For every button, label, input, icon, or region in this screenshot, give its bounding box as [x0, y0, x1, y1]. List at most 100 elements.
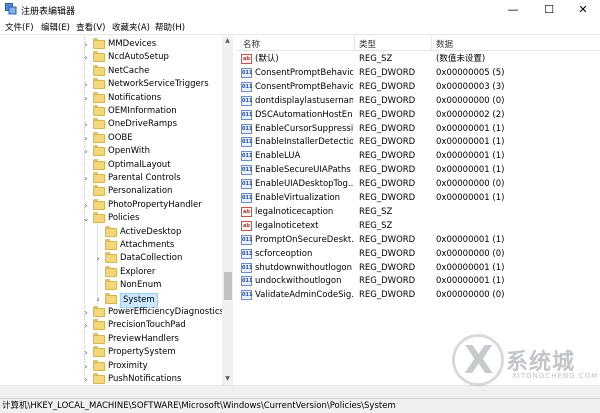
tree-item[interactable]: Explorer [0, 265, 222, 279]
chevron-right-icon[interactable]: › [82, 145, 90, 158]
column-divider[interactable] [431, 36, 432, 51]
registry-value-row[interactable]: 011 shutdownwithoutlogon REG_DWORD 0x000000… [237, 261, 600, 275]
close-button[interactable]: ✕ [566, 0, 600, 19]
tree-item-label: NetworkServiceTriggers [108, 79, 209, 90]
value-data: 0x00000002 (2) [436, 109, 505, 120]
chevron-right-icon[interactable]: › [82, 38, 90, 51]
menu-help[interactable]: 帮助(H) [155, 21, 185, 33]
registry-value-row[interactable]: 011 scforceoption REG_DWORD 0x00000000 (0) [237, 247, 600, 261]
value-type: REG_SZ [359, 220, 393, 231]
value-name: PromptOnSecureDeskt... [255, 234, 353, 245]
list-header: 名称 类型 数据 [237, 36, 600, 51]
tree-item[interactable]: › PhotoPropertyHandler [0, 198, 222, 212]
tree-item[interactable]: Personalization [0, 185, 222, 198]
registry-value-row[interactable]: ab legalnoticecaption REG_SZ [237, 205, 600, 219]
registry-value-row[interactable]: 011 EnableLUA REG_DWORD 0x00000001 (1) [237, 149, 600, 163]
value-name: (默认) [255, 54, 279, 64]
chevron-right-icon[interactable]: › [82, 78, 90, 91]
tree-item[interactable]: › PrecisionTouchPad [0, 319, 222, 332]
chevron-right-icon[interactable]: › [82, 373, 90, 385]
binary-value-icon: 011 [241, 179, 253, 190]
chevron-right-icon[interactable]: › [82, 132, 90, 145]
chevron-down-icon[interactable]: ⌄ [82, 212, 90, 225]
chevron-right-icon[interactable]: › [82, 306, 90, 319]
tree-item[interactable]: NetCache [0, 64, 222, 78]
column-divider[interactable] [354, 36, 355, 51]
menu-file[interactable]: 文件(F) [5, 21, 34, 33]
tree-item[interactable]: OptimalLayout [0, 158, 222, 172]
registry-value-row[interactable]: 011 EnableUIADesktopTog... REG_DWORD 0x0000… [237, 177, 600, 191]
tree-scrollbar-thumb[interactable] [224, 272, 232, 300]
registry-value-row[interactable]: 011 EnableSecureUIAPaths REG_DWORD 0x000000… [237, 163, 600, 177]
scroll-down-icon[interactable]: ▼ [222, 374, 233, 384]
tree-item[interactable]: Attachments [0, 239, 222, 252]
menu-view[interactable]: 查看(V) [76, 21, 105, 33]
binary-value-icon: 011 [241, 67, 253, 78]
tree-item[interactable]: › PowerEfficiencyDiagnostics [0, 306, 224, 319]
tree-item[interactable]: › Notifications [0, 91, 222, 105]
tree-item[interactable]: › PushNotifications [0, 373, 222, 385]
chevron-right-icon[interactable]: › [82, 346, 90, 359]
tree-item[interactable]: › OOBE [0, 131, 222, 145]
chevron-right-icon[interactable]: › [82, 51, 90, 64]
value-data: 0x00000005 (5) [436, 67, 505, 78]
registry-value-row[interactable]: 011 ConsentPromptBehavio... REG_DWORD 0x000… [237, 80, 600, 94]
chevron-right-icon[interactable]: › [94, 293, 102, 306]
tree-item[interactable]: › Proximity [0, 359, 222, 373]
watermark-site: XITONGCHENG.COM [512, 372, 599, 380]
tree-item[interactable]: NonEnum [0, 279, 222, 292]
tree-item[interactable]: › OpenWith [0, 145, 222, 158]
chevron-right-icon[interactable]: › [82, 92, 90, 105]
registry-value-row[interactable]: 011 ConsentPromptBehavio... REG_DWORD 0x000… [237, 66, 600, 80]
registry-value-row[interactable]: 011 DSCAutomationHostEn... REG_DWORD 0x0000… [237, 108, 600, 122]
chevron-right-icon[interactable]: › [82, 172, 90, 185]
tree-scrollbar[interactable] [222, 36, 233, 385]
registry-value-row[interactable]: 011 ValidateAdminCodeSig... REG_DWORD 0x000… [237, 288, 600, 302]
folder-icon [93, 332, 105, 344]
tree-item[interactable]: OEMInformation [0, 105, 222, 118]
registry-value-row[interactable]: 011 EnableVirtualization REG_DWORD 0x000000… [237, 191, 600, 205]
registry-value-row[interactable]: 011 EnableInstallerDetection REG_DWORD 0x00… [237, 135, 600, 149]
registry-value-row[interactable]: 011 undockwithoutlogon REG_DWORD 0x00000001… [237, 274, 600, 288]
chevron-right-icon[interactable]: › [82, 118, 90, 131]
tree-item[interactable]: ⌄ Policies [0, 212, 222, 225]
tree-item[interactable]: › System [0, 292, 222, 308]
value-type: REG_DWORD [359, 109, 416, 120]
tree-item[interactable]: › MMDevices [0, 38, 222, 51]
folder-icon [93, 158, 105, 170]
value-data: 0x00000001 (1) [436, 262, 505, 273]
tree-item[interactable]: › NetworkServiceTriggers [0, 78, 222, 91]
tree-item[interactable]: › DataCollection [0, 252, 222, 265]
chevron-right-icon[interactable]: › [82, 319, 90, 332]
chevron-right-icon[interactable]: › [82, 360, 90, 373]
registry-tree[interactable]: › MMDevices › NcdAutoSetup NetCache › NetworkS… [0, 36, 233, 385]
tree-item[interactable]: › NcdAutoSetup [0, 51, 222, 64]
scroll-up-icon[interactable]: ▲ [222, 36, 233, 46]
registry-value-row[interactable]: 011 dontdisplaylastusername REG_DWORD 0x000… [237, 94, 600, 108]
tree-item[interactable]: PreviewHandlers [0, 332, 222, 346]
registry-value-row[interactable]: ab legalnoticetext REG_SZ [237, 219, 600, 233]
registry-value-row[interactable]: ab (默认) REG_SZ (数值未设置) [237, 52, 600, 66]
chevron-right-icon[interactable]: › [94, 252, 102, 265]
value-type: REG_DWORD [359, 234, 416, 245]
registry-value-row[interactable]: 011 PromptOnSecureDeskt... REG_DWORD 0x0000… [237, 233, 600, 247]
values-list[interactable]: 名称 类型 数据 ab (默认) REG_SZ (数值未设置) 011 ConsentPr… [237, 36, 600, 385]
folder-icon [93, 185, 105, 197]
maximize-button[interactable]: ☐ [532, 0, 566, 19]
column-name-header[interactable]: 名称 [243, 38, 260, 50]
menu-edit[interactable]: 编辑(E) [41, 21, 70, 33]
menu-favorites[interactable]: 收藏夹(A) [112, 21, 150, 33]
tree-item-label: NetCache [108, 65, 150, 76]
column-type-header[interactable]: 类型 [359, 38, 376, 50]
column-data-header[interactable]: 数据 [436, 38, 453, 50]
tree-item[interactable]: › PropertySystem [0, 346, 222, 359]
registry-value-row[interactable]: 011 EnableCursorSuppressi... REG_DWORD 0x00… [237, 122, 600, 136]
value-data: (数值未设置) [436, 54, 486, 64]
tree-item[interactable]: › Parental Controls [0, 172, 222, 185]
value-type: REG_DWORD [359, 262, 416, 273]
chevron-right-icon[interactable]: › [82, 199, 90, 212]
minimize-button[interactable]: — [496, 0, 530, 19]
maximize-icon: ☐ [544, 3, 554, 16]
tree-item[interactable]: › OneDriveRamps [0, 118, 222, 131]
tree-item[interactable]: ActiveDesktop [0, 225, 222, 239]
